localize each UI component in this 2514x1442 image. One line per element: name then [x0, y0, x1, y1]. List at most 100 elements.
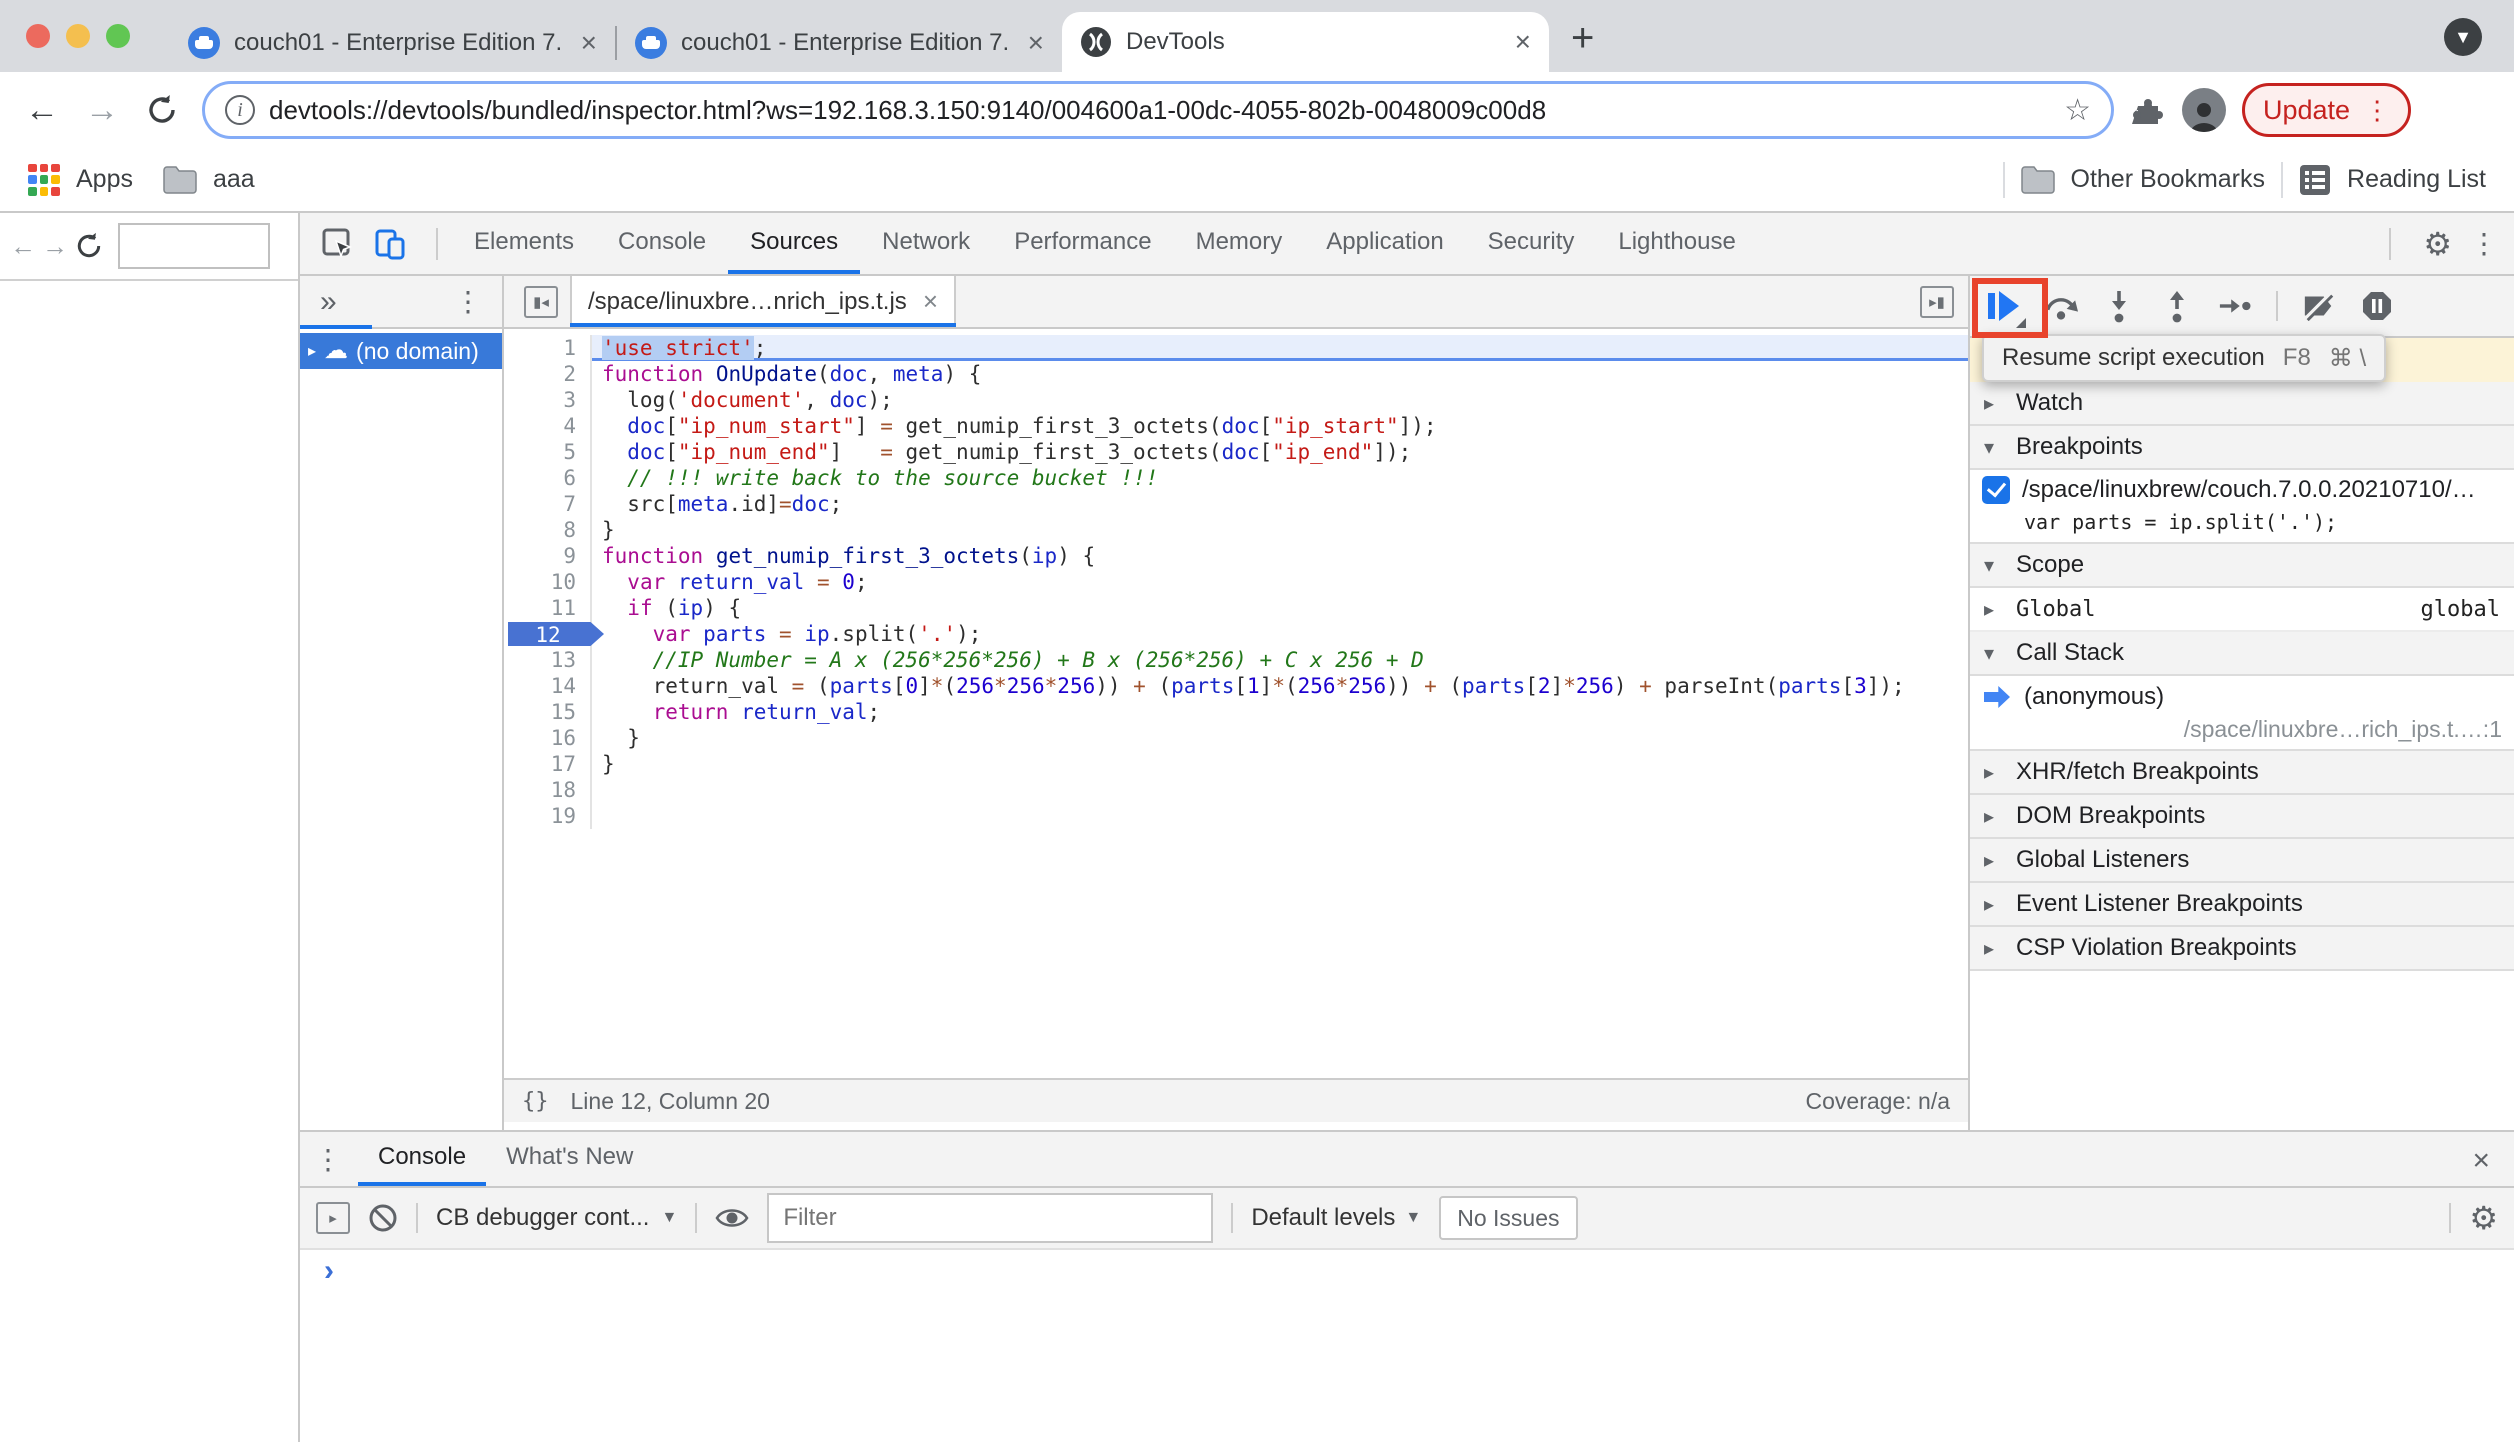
update-button[interactable]: Update ⋮: [2242, 83, 2412, 137]
url-text[interactable]: devtools://devtools/bundled/inspector.ht…: [269, 95, 2050, 126]
collapse-icon[interactable]: ▸: [1984, 597, 2004, 622]
new-tab-button[interactable]: +: [1571, 18, 1594, 58]
line-number[interactable]: 19: [504, 803, 592, 829]
tab-close-icon[interactable]: ×: [1028, 27, 1044, 59]
line-number[interactable]: 6: [504, 465, 592, 491]
drawer-menu-icon[interactable]: ⋮: [314, 1143, 342, 1176]
zoom-window-button[interactable]: [106, 24, 130, 48]
line-number[interactable]: 8: [504, 517, 592, 543]
code-text[interactable]: }: [592, 725, 1968, 751]
line-number[interactable]: 14: [504, 673, 592, 699]
page-info-icon[interactable]: i: [225, 95, 255, 125]
tab-security[interactable]: Security: [1466, 213, 1597, 274]
hide-navigator-icon[interactable]: ▮◂: [524, 285, 558, 318]
code-text[interactable]: }: [592, 517, 1968, 543]
browser-menu-icon[interactable]: ⋮: [2364, 95, 2390, 126]
line-number[interactable]: 7: [504, 491, 592, 517]
line-number[interactable]: 3: [504, 387, 592, 413]
code-text[interactable]: // !!! write back to the source bucket !…: [592, 465, 1968, 491]
code-text[interactable]: function get_numip_first_3_octets(ip) {: [592, 543, 1968, 569]
bookmark-folder-aaa[interactable]: aaa: [213, 165, 255, 194]
code-text[interactable]: return return_val;: [592, 699, 1968, 725]
console-filter-input[interactable]: [767, 1193, 1214, 1243]
code-text[interactable]: doc["ip_num_start"] = get_numip_first_3_…: [592, 413, 1968, 439]
apps-shortcut[interactable]: Apps: [76, 165, 133, 194]
tab-close-icon[interactable]: ×: [1515, 26, 1531, 58]
no-issues-button[interactable]: No Issues: [1439, 1196, 1578, 1240]
code-text[interactable]: 'use strict';: [592, 335, 1968, 361]
navigator-menu-icon[interactable]: ⋮: [454, 285, 482, 318]
tab-console[interactable]: Console: [596, 213, 728, 274]
section-global-listeners[interactable]: ▸ Global Listeners: [1970, 839, 2514, 883]
tab-application[interactable]: Application: [1304, 213, 1465, 274]
call-stack-frame[interactable]: (anonymous) /space/linuxbre…rich_ips.t.……: [1970, 676, 2514, 751]
section-event-listener-breakpoints[interactable]: ▸ Event Listener Breakpoints: [1970, 883, 2514, 927]
devtools-menu-icon[interactable]: ⋮: [2470, 227, 2498, 260]
browser-tab-1[interactable]: couch01 - Enterprise Edition 7. ×: [170, 14, 615, 72]
step-over-icon[interactable]: [2044, 289, 2078, 323]
line-number[interactable]: 16: [504, 725, 592, 751]
code-text[interactable]: [592, 777, 1968, 803]
inspect-element-icon[interactable]: [318, 228, 358, 260]
more-tabs-button[interactable]: »: [320, 285, 337, 319]
line-number[interactable]: 9: [504, 543, 592, 569]
live-expression-eye-icon[interactable]: [715, 1205, 749, 1231]
screencast-address-input[interactable]: [118, 223, 270, 269]
settings-gear-icon[interactable]: ⚙: [2423, 225, 2452, 263]
pause-on-exceptions-icon[interactable]: [2360, 289, 2394, 323]
bookmark-star-icon[interactable]: ☆: [2064, 93, 2091, 128]
console-log-area[interactable]: ›: [300, 1250, 2514, 1442]
breakpoint-marker[interactable]: 12: [508, 622, 604, 646]
tab-whats-new[interactable]: What's New: [486, 1132, 653, 1186]
code-text[interactable]: var return_val = 0;: [592, 569, 1968, 595]
step-out-icon[interactable]: [2160, 289, 2194, 323]
tab-memory[interactable]: Memory: [1174, 213, 1305, 274]
browser-tab-devtools[interactable]: DevTools ×: [1062, 12, 1549, 72]
code-text[interactable]: if (ip) {: [592, 595, 1968, 621]
code-text[interactable]: }: [592, 751, 1968, 777]
console-settings-gear-icon[interactable]: ⚙: [2469, 1199, 2498, 1237]
section-call-stack[interactable]: ▾ Call Stack: [1970, 632, 2514, 676]
browser-tab-2[interactable]: couch01 - Enterprise Edition 7. ×: [617, 14, 1062, 72]
line-number[interactable]: 10: [504, 569, 592, 595]
line-number[interactable]: 11: [504, 595, 592, 621]
code-text[interactable]: doc["ip_num_end"] = get_numip_first_3_oc…: [592, 439, 1968, 465]
tab-elements[interactable]: Elements: [452, 213, 596, 274]
tab-sources[interactable]: Sources: [728, 213, 861, 274]
step-icon[interactable]: [2218, 289, 2252, 323]
section-scope[interactable]: ▾ Scope: [1970, 544, 2514, 588]
tab-lighthouse[interactable]: Lighthouse: [1596, 213, 1757, 274]
expand-icon[interactable]: ▾: [1984, 435, 2004, 460]
breakpoint-entry[interactable]: /space/linuxbrew/couch.7.0.0.20210710/… …: [1970, 470, 2514, 544]
collapse-icon[interactable]: ▸: [1984, 391, 2004, 416]
section-watch[interactable]: ▸ Watch: [1970, 382, 2514, 426]
deactivate-breakpoints-icon[interactable]: [2302, 289, 2336, 323]
profile-avatar[interactable]: [2182, 88, 2226, 132]
back-button[interactable]: ←: [16, 84, 68, 136]
pretty-print-icon[interactable]: {}: [522, 1089, 549, 1114]
screencast-reload-icon[interactable]: [74, 231, 104, 261]
code-text[interactable]: [592, 803, 1968, 829]
file-tab-close-icon[interactable]: ×: [923, 286, 938, 317]
section-xhr-fetch-breakpoints[interactable]: ▸ XHR/fetch Breakpoints: [1970, 751, 2514, 795]
forward-button[interactable]: →: [76, 84, 128, 136]
section-dom-breakpoints[interactable]: ▸ DOM Breakpoints: [1970, 795, 2514, 839]
expand-icon[interactable]: ▾: [1984, 641, 2004, 666]
file-tab[interactable]: /space/linuxbre…nrich_ips.t.js ×: [570, 276, 956, 327]
navigator-item-no-domain[interactable]: ▸ ☁ (no domain): [300, 333, 502, 369]
section-breakpoints[interactable]: ▾ Breakpoints: [1970, 426, 2514, 470]
line-number[interactable]: 4: [504, 413, 592, 439]
step-into-icon[interactable]: [2102, 289, 2136, 323]
console-sidebar-icon[interactable]: ▸: [316, 1202, 350, 1234]
minimize-window-button[interactable]: [66, 24, 90, 48]
screencast-back-icon[interactable]: ←: [10, 231, 36, 262]
breakpoint-snippet[interactable]: var parts = ip.split('.');: [1982, 504, 2504, 534]
close-window-button[interactable]: [26, 24, 50, 48]
extensions-puzzle-icon[interactable]: [2122, 84, 2174, 136]
address-bar[interactable]: i devtools://devtools/bundled/inspector.…: [202, 81, 2114, 139]
log-levels-dropdown[interactable]: Default levels ▼: [1251, 1204, 1421, 1232]
breakpoint-checkbox[interactable]: [1982, 476, 2010, 504]
line-number[interactable]: 5: [504, 439, 592, 465]
execution-context-selector[interactable]: CB debugger cont... ▼: [436, 1204, 677, 1232]
code-editor[interactable]: 1'use strict'; 2 function OnUpdate(doc, me…: [504, 329, 1968, 1078]
